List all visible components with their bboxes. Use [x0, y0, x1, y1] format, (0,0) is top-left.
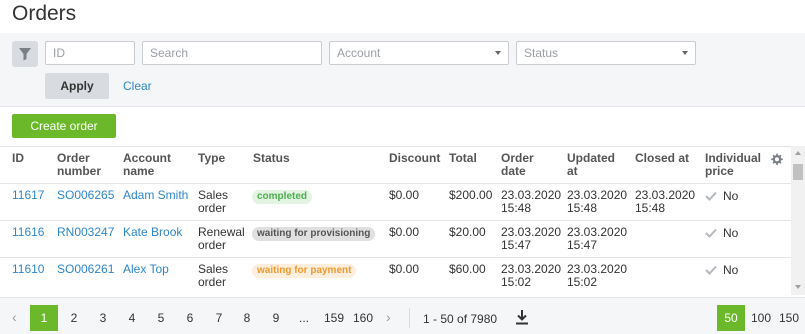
- filter-icon: [19, 48, 31, 61]
- page-button[interactable]: 3: [93, 305, 113, 331]
- checkmark-icon: [705, 265, 717, 275]
- individual-price-value: No: [723, 263, 739, 277]
- status-select[interactable]: Status: [516, 41, 696, 65]
- divider: [409, 308, 410, 328]
- page-button[interactable]: 9: [266, 305, 286, 331]
- order-id-link[interactable]: 11610: [12, 263, 44, 276]
- account-name-link[interactable]: Kate Brook: [123, 226, 182, 239]
- account-select-placeholder: Account: [337, 46, 381, 60]
- id-filter-input[interactable]: [45, 41, 135, 65]
- order-date-value: 23.03.2020 15:02: [501, 262, 562, 289]
- account-select[interactable]: Account: [329, 41, 509, 65]
- table-row[interactable]: 11610 SO006261 Alex Top Sales order wait…: [0, 257, 791, 294]
- page-button[interactable]: 5: [151, 305, 171, 331]
- gear-icon[interactable]: [770, 153, 783, 166]
- header-status[interactable]: Status: [253, 152, 290, 165]
- page-ellipsis: ...: [298, 311, 309, 325]
- closed-at-value: 23.03.2020 15:48: [635, 188, 696, 215]
- table-row[interactable]: 11617 SO006265 Adam Smith Sales order co…: [0, 183, 791, 220]
- checkmark-icon: [705, 191, 717, 201]
- orders-table: ID Order number Account name Type Status…: [0, 146, 791, 295]
- page-button[interactable]: 1: [30, 305, 58, 331]
- total-value: $200.00: [449, 188, 493, 202]
- order-id-link[interactable]: 11617: [12, 189, 44, 202]
- updated-at-value: 23.03.2020 15:47: [567, 225, 628, 252]
- download-icon[interactable]: [515, 309, 529, 325]
- header-order-number[interactable]: Order number: [57, 152, 117, 178]
- page-button[interactable]: 6: [180, 305, 200, 331]
- header-id[interactable]: ID: [12, 152, 24, 165]
- header-account-name[interactable]: Account name: [123, 152, 183, 178]
- filter-toggle-button[interactable]: [12, 41, 38, 67]
- page-size-button[interactable]: 100: [749, 305, 773, 331]
- page-size-button[interactable]: 50: [717, 305, 745, 331]
- updated-at-value: 23.03.2020 15:48: [567, 188, 628, 215]
- scroll-up-icon[interactable]: [795, 151, 801, 155]
- page-button[interactable]: 7: [209, 305, 229, 331]
- order-number-link[interactable]: SO006261: [57, 263, 114, 276]
- page-button[interactable]: 2: [64, 305, 84, 331]
- page-button[interactable]: 8: [237, 305, 257, 331]
- pagination-bar: ‹ 1 2 3 4 5 6 7 8 9 ... 159 160 › 1 - 50…: [0, 297, 805, 334]
- apply-button[interactable]: Apply: [45, 73, 109, 99]
- total-value: $20.00: [449, 225, 486, 239]
- scroll-down-icon[interactable]: [795, 285, 801, 289]
- header-total[interactable]: Total: [449, 152, 477, 165]
- header-closed-at[interactable]: Closed at: [635, 152, 689, 165]
- header-type[interactable]: Type: [198, 152, 225, 165]
- clear-link[interactable]: Clear: [123, 79, 152, 93]
- status-badge: waiting for provisioning: [252, 227, 376, 241]
- individual-price-value: No: [723, 226, 739, 240]
- header-discount[interactable]: Discount: [389, 152, 440, 165]
- status-select-placeholder: Status: [524, 46, 559, 60]
- header-order-date[interactable]: Order date: [501, 152, 551, 178]
- status-badge: waiting for payment: [252, 264, 357, 278]
- order-date-value: 23.03.2020 15:48: [501, 188, 562, 215]
- discount-value: $0.00: [389, 188, 420, 202]
- status-badge: completed: [252, 190, 313, 204]
- order-type: Renewal order: [198, 225, 245, 252]
- table-row[interactable]: 11616 RN003247 Kate Brook Renewal order …: [0, 220, 791, 257]
- chevron-right-icon[interactable]: ›: [386, 309, 391, 325]
- individual-price-value: No: [723, 189, 739, 203]
- account-name-link[interactable]: Adam Smith: [123, 189, 188, 202]
- order-date-value: 23.03.2020 15:47: [501, 225, 562, 252]
- table-scrollbar[interactable]: [791, 146, 805, 295]
- page-button[interactable]: 4: [122, 305, 142, 331]
- page-size-button[interactable]: 150: [777, 305, 801, 331]
- order-id-link[interactable]: 11616: [12, 226, 44, 239]
- account-name-link[interactable]: Alex Top: [123, 263, 169, 276]
- updated-at-value: 23.03.2020 15:02: [567, 262, 628, 289]
- order-type: Sales order: [198, 188, 229, 215]
- chevron-left-icon[interactable]: ‹: [12, 309, 17, 325]
- order-type: Sales order: [198, 262, 229, 289]
- discount-value: $0.00: [389, 262, 420, 276]
- page-button[interactable]: 159: [321, 305, 347, 331]
- discount-value: $0.00: [389, 225, 420, 239]
- header-updated-at[interactable]: Updated at: [567, 152, 622, 178]
- create-order-button[interactable]: Create order: [12, 114, 116, 138]
- chevron-down-icon: [682, 51, 688, 55]
- scrollbar-thumb[interactable]: [793, 164, 803, 180]
- total-value: $60.00: [449, 262, 486, 276]
- header-individual-price[interactable]: Individual price: [705, 152, 765, 178]
- order-number-link[interactable]: SO006265: [57, 189, 114, 202]
- chevron-down-icon: [495, 51, 501, 55]
- page-button[interactable]: 160: [350, 305, 376, 331]
- filter-bar: Account Status Apply Clear: [0, 33, 805, 107]
- page-title: Orders: [12, 2, 77, 25]
- range-text: 1 - 50 of 7980: [423, 312, 498, 326]
- search-input[interactable]: [142, 41, 322, 65]
- order-number-link[interactable]: RN003247: [57, 226, 114, 239]
- checkmark-icon: [705, 228, 717, 238]
